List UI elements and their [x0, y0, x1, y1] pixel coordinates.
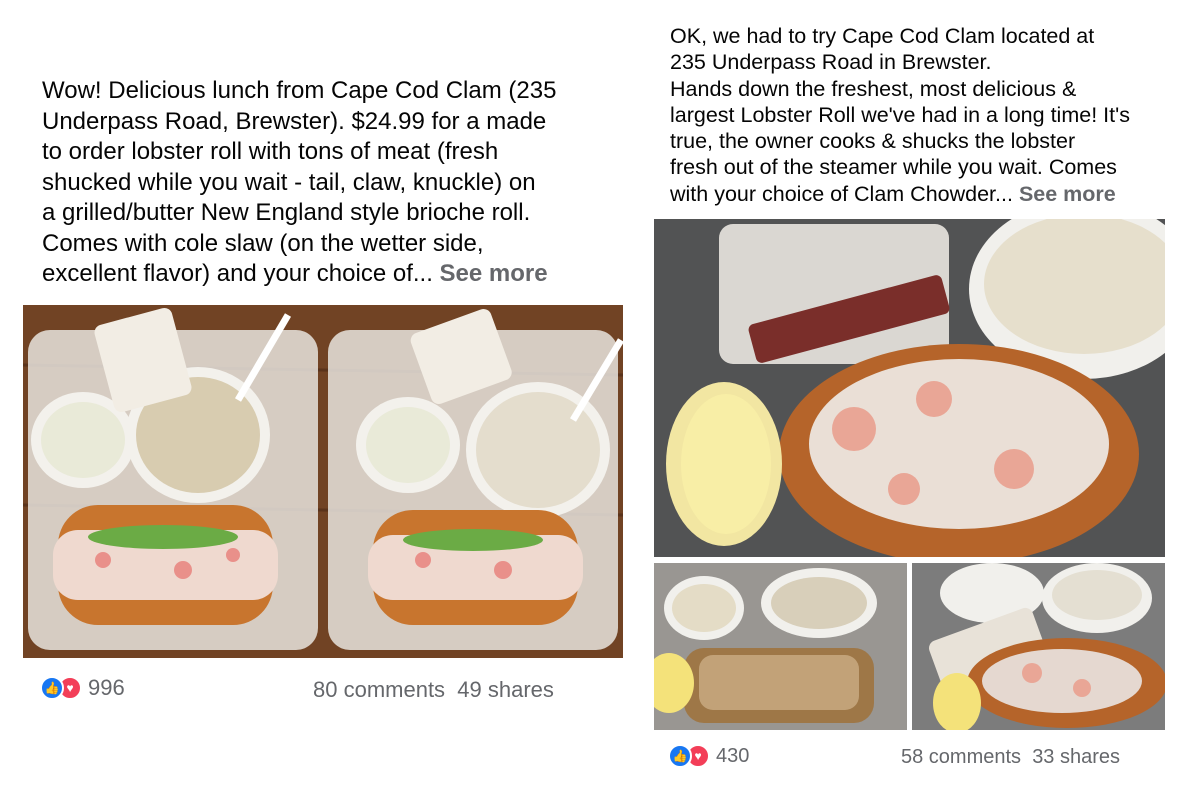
caption-line: Wow! Delicious lunch from Cape Cod Clam …	[42, 77, 557, 104]
reaction-icons: 👍 ♥	[668, 744, 710, 768]
post2-photo-plate[interactable]	[654, 563, 907, 730]
post1-photo-lunch-trays[interactable]	[23, 305, 623, 658]
caption-last-line: excellent flavor) and your choice of... …	[42, 259, 622, 290]
caption-last-line: with your choice of Clam Chowder... See …	[670, 181, 1170, 207]
post1-caption: Wow! Delicious lunch from Cape Cod Clam …	[42, 76, 622, 290]
reaction-count: 996	[88, 675, 125, 700]
thumbs-up-icon: 👍	[40, 676, 64, 700]
caption-line: fresh out of the steamer while you wait.…	[670, 155, 1117, 180]
caption-line: to order lobster roll with tons of meat …	[42, 138, 499, 165]
thumbs-up-icon: 👍	[668, 744, 692, 768]
post1-reactions[interactable]: 👍 ♥ 996	[40, 675, 125, 701]
caption-line: largest Lobster Roll we've had in a long…	[670, 102, 1130, 127]
post1-stats: 80 comments 49 shares	[313, 677, 554, 703]
caption-line: excellent flavor) and your choice of...	[42, 260, 433, 287]
caption-line: true, the owner cooks & shucks the lobst…	[670, 129, 1076, 154]
see-more-link[interactable]: See more	[1019, 182, 1116, 206]
post2-photo-lobster-roll[interactable]	[654, 219, 1165, 557]
caption-line: with your choice of Clam Chowder...	[670, 181, 1013, 206]
shares-link[interactable]: 33 shares	[1032, 746, 1120, 768]
caption-line: 235 Underpass Road in Brewster.	[670, 50, 992, 75]
caption-line: shucked while you wait - tail, claw, knu…	[42, 168, 536, 196]
post2-photo-lobster-roll-2[interactable]	[912, 563, 1165, 730]
reaction-count: 430	[716, 744, 750, 767]
shares-link[interactable]: 49 shares	[457, 677, 554, 702]
post2-reactions[interactable]: 👍 ♥ 430	[668, 744, 749, 768]
post2-caption: OK, we had to try Cape Cod Clam located …	[670, 23, 1170, 207]
caption-line: OK, we had to try Cape Cod Clam located …	[670, 24, 1095, 48]
caption-line: Comes with cole slaw (on the wetter side…	[42, 229, 484, 257]
post2-stats: 58 comments 33 shares	[901, 746, 1120, 769]
caption-line: Underpass Road, Brewster). $24.99 for a …	[42, 107, 547, 135]
reaction-icons: 👍 ♥	[40, 676, 82, 700]
caption-line: Hands down the freshest, most delicious …	[670, 76, 1077, 101]
comments-link[interactable]: 58 comments	[901, 746, 1021, 768]
see-more-link[interactable]: See more	[440, 260, 548, 287]
comments-link[interactable]: 80 comments	[313, 677, 445, 702]
caption-line: a grilled/butter New England style brioc…	[42, 199, 531, 226]
